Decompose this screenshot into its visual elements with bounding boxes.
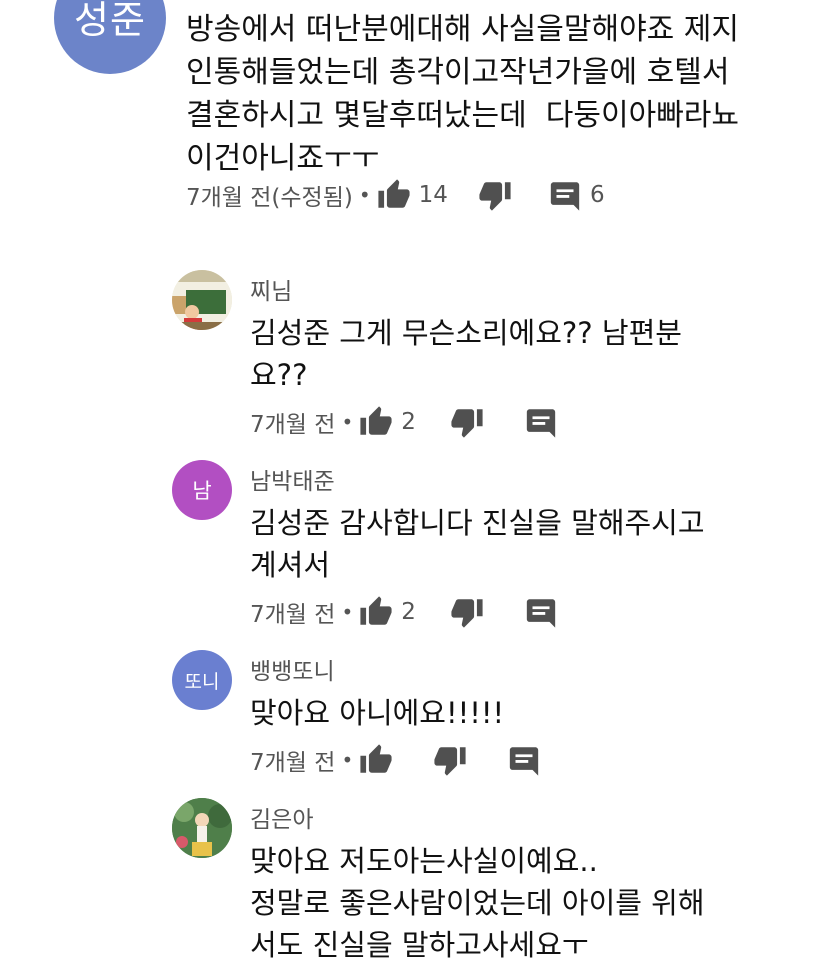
reply-author[interactable]: 찌님 <box>250 272 292 306</box>
reply-actions: 7개월 전 • 2 <box>250 402 558 442</box>
thumbs-down-icon[interactable] <box>433 743 467 777</box>
avatar[interactable]: 성준 <box>54 0 166 74</box>
reply-count: 6 <box>589 182 605 208</box>
reply-text: 김성준 그게 무슨소리에요?? 남편분 요?? <box>250 316 682 392</box>
reply-time: 7개월 전 <box>250 602 336 628</box>
reply-text: 김성준 감사합니다 진실을 말해주시고 계셔서 <box>250 506 705 582</box>
like-count: 14 <box>418 182 448 208</box>
reply-author[interactable]: 남박태준 <box>250 462 335 496</box>
reply-text: 맞아요 저도아는사실이예요.. 정말로 좋은사람이었는데 아이를 위해 서도 진… <box>250 844 705 962</box>
thumbs-down-icon[interactable] <box>450 595 484 629</box>
reply-time: 7개월 전 <box>250 412 336 438</box>
comment-icon[interactable] <box>507 743 541 777</box>
reply-author[interactable]: 김은아 <box>250 800 313 834</box>
separator-dot: • <box>341 600 354 624</box>
avatar[interactable] <box>172 270 232 330</box>
avatar[interactable]: 남 <box>172 460 232 520</box>
thumbs-down-icon[interactable] <box>450 405 484 439</box>
thumbs-up-icon[interactable] <box>359 595 393 629</box>
avatar-label: 또니 <box>184 670 220 693</box>
like-count: 2 <box>401 599 416 625</box>
comment-icon[interactable] <box>548 178 582 212</box>
avatar-label: 성준 <box>74 0 146 42</box>
thumbs-up-icon[interactable] <box>377 178 411 212</box>
separator-dot: • <box>341 748 354 772</box>
reply-actions: 7개월 전 • 2 <box>250 592 558 632</box>
separator-dot: • <box>341 410 354 434</box>
reply-actions: 7개월 전 • <box>250 740 541 780</box>
thumbs-down-icon[interactable] <box>478 178 512 212</box>
main-comment: 성준 방송에서 떠난분에대해 사실을말해야죠 제지 인통해들었는데 총각이고작년… <box>0 0 831 240</box>
separator-dot: • <box>358 183 371 207</box>
reply-author[interactable]: 뱅뱅또니 <box>250 652 335 686</box>
thumbs-up-icon[interactable] <box>359 405 393 439</box>
comment-actions: 7개월 전(수정됨) • 14 6 <box>186 175 605 215</box>
like-count: 2 <box>401 409 416 435</box>
thumbs-up-icon[interactable] <box>359 743 393 777</box>
reply-text: 맞아요 아니에요!!!!! <box>250 696 505 730</box>
comment-icon[interactable] <box>524 405 558 439</box>
avatar-label: 남 <box>192 479 212 503</box>
comment-text: 방송에서 떠난분에대해 사실을말해야죠 제지 인통해들었는데 총각이고작년가을에… <box>186 12 740 176</box>
comment-time: 7개월 전(수정됨) <box>186 185 353 211</box>
avatar[interactable] <box>172 798 232 858</box>
comment-icon[interactable] <box>524 595 558 629</box>
avatar[interactable]: 또니 <box>172 650 232 710</box>
reply-time: 7개월 전 <box>250 750 336 776</box>
